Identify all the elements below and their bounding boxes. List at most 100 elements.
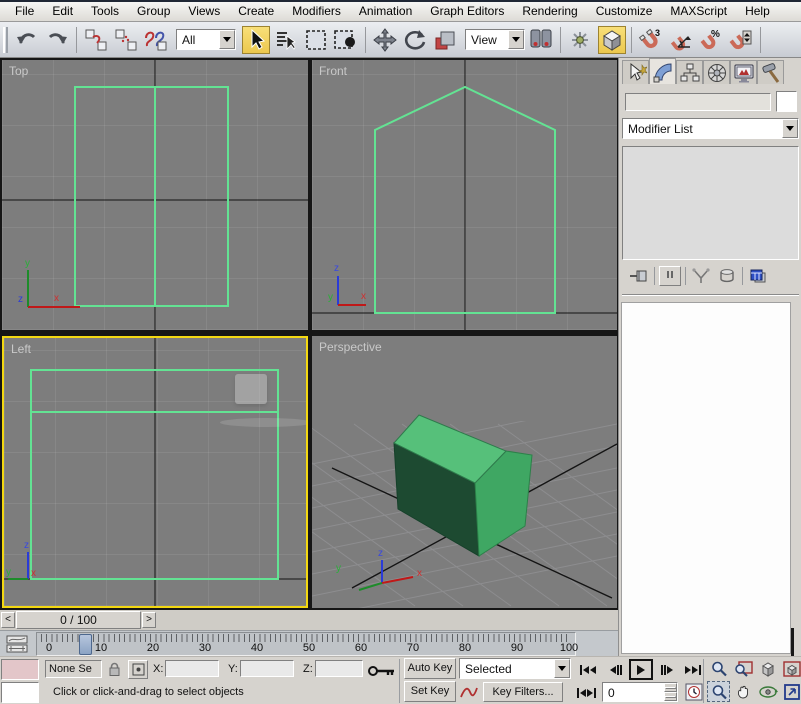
go-to-end-button[interactable] (681, 659, 705, 680)
tab-motion[interactable] (703, 60, 730, 84)
key-mode-toggle-button[interactable] (576, 682, 596, 703)
modifier-list-dropdown[interactable]: Modifier List (622, 118, 799, 139)
menu-item-modifiers[interactable]: Modifiers (283, 2, 350, 21)
selection-lock-toggle[interactable] (106, 661, 122, 678)
spinner-snap-button[interactable] (727, 26, 755, 54)
object-name-field[interactable] (625, 93, 771, 111)
menu-item-create[interactable]: Create (229, 2, 283, 21)
timeline-ruler[interactable]: 0 10 20 30 40 50 60 70 80 90 100 (36, 632, 578, 656)
open-mini-curve-editor-button[interactable] (3, 634, 31, 654)
menu-item-edit[interactable]: Edit (43, 2, 82, 21)
pan-button[interactable] (731, 681, 754, 702)
zoom-extents-all-button[interactable] (780, 658, 801, 679)
use-pivot-point-center-button[interactable] (527, 26, 555, 54)
redo-button[interactable] (43, 26, 71, 54)
selection-filter-drop-button[interactable] (219, 30, 235, 49)
current-frame-field[interactable]: 0 (602, 682, 678, 702)
toolbar-grip[interactable] (3, 26, 8, 53)
y-coord-field[interactable] (240, 660, 294, 677)
remove-modifier-button[interactable] (716, 266, 738, 286)
select-by-name-button[interactable] (272, 26, 300, 54)
panel-scrollbar-thumb[interactable] (791, 628, 794, 656)
selection-filter-dropdown[interactable]: All (176, 29, 236, 50)
show-end-result-button[interactable] (659, 266, 681, 286)
select-and-scale-button[interactable] (431, 26, 459, 54)
select-object-button[interactable] (242, 25, 270, 54)
auto-key-button[interactable]: Auto Key (404, 658, 456, 679)
pin-stack-button[interactable] (628, 266, 650, 286)
house-object[interactable] (393, 414, 533, 557)
maxscript-mini-listener-input[interactable] (1, 659, 39, 680)
zoom-button[interactable] (707, 658, 730, 679)
snap-3d-button[interactable]: 3 (637, 26, 665, 54)
viewport-front[interactable]: Front z y x (312, 60, 617, 330)
angle-snap-button[interactable] (667, 26, 695, 54)
unlink-selection-button[interactable] (112, 26, 140, 54)
time-slider-prev-button[interactable]: < (1, 612, 15, 628)
next-frame-button[interactable] (655, 659, 679, 680)
zoom-extents-button[interactable] (756, 658, 779, 679)
menu-item-views[interactable]: Views (179, 2, 229, 21)
set-keys-button[interactable] (366, 661, 398, 681)
menu-item-maxscript[interactable]: MAXScript (661, 2, 736, 21)
menu-item-tools[interactable]: Tools (82, 2, 128, 21)
percent-snap-button[interactable]: % (697, 26, 725, 54)
arc-rotate-button[interactable] (756, 681, 779, 702)
window-crossing-toggle-button[interactable] (332, 26, 360, 54)
key-mode-drop-button[interactable] (554, 659, 570, 678)
rectangular-selection-region-button[interactable] (302, 26, 330, 54)
tab-utilities[interactable] (757, 60, 784, 84)
go-to-start-button[interactable] (576, 659, 600, 680)
spinner-down-icon[interactable] (664, 692, 677, 701)
object-color-swatch[interactable] (776, 91, 797, 112)
viewport-perspective[interactable]: Perspective z x y (312, 336, 617, 608)
reference-coordinate-dropdown[interactable]: View (465, 29, 525, 50)
named-selection-sets-field[interactable]: None Se (45, 660, 102, 678)
region-zoom-button[interactable] (707, 681, 730, 702)
maxscript-mini-listener-output[interactable] (1, 682, 39, 703)
viewport-left-active[interactable]: Left z y x (2, 336, 308, 608)
select-and-link-button[interactable] (82, 26, 110, 54)
select-and-manipulate-button[interactable] (566, 26, 594, 54)
snaps-toggle-button[interactable] (598, 25, 626, 54)
key-mode-dropdown[interactable]: Selected (459, 658, 571, 679)
select-and-move-button[interactable] (371, 26, 399, 54)
viewport-perspective-label[interactable]: Perspective (319, 340, 382, 354)
play-animation-button[interactable] (629, 659, 653, 680)
tab-hierarchy[interactable] (676, 60, 703, 84)
current-frame-marker[interactable] (79, 634, 92, 655)
menu-item-customize[interactable]: Customize (587, 2, 662, 21)
x-coord-field[interactable] (165, 660, 219, 677)
viewport-top-label[interactable]: Top (9, 64, 28, 78)
z-coord-field[interactable] (315, 660, 363, 677)
time-slider-handle[interactable]: 0 / 100 (16, 611, 141, 629)
select-and-rotate-button[interactable] (401, 26, 429, 54)
previous-frame-button[interactable] (604, 659, 628, 680)
frame-spinner[interactable] (664, 683, 677, 701)
undo-button[interactable] (13, 26, 41, 54)
absolute-offset-mode-toggle[interactable] (128, 660, 148, 679)
key-filters-button[interactable]: Key Filters... (483, 682, 563, 702)
menu-item-animation[interactable]: Animation (350, 2, 421, 21)
time-configuration-button[interactable] (683, 682, 704, 702)
menu-item-rendering[interactable]: Rendering (513, 2, 586, 21)
menu-item-help[interactable]: Help (736, 2, 779, 21)
viewport-left-label[interactable]: Left (11, 342, 31, 356)
modifier-list-drop-button[interactable] (782, 119, 798, 138)
viewport-front-label[interactable]: Front (319, 64, 347, 78)
make-unique-button[interactable] (690, 266, 712, 286)
modifier-stack-list[interactable] (622, 146, 799, 260)
time-slider-next-button[interactable]: > (142, 612, 156, 628)
tab-display[interactable] (730, 60, 757, 84)
reference-coordinate-drop-button[interactable] (508, 30, 524, 49)
tab-modify[interactable] (649, 58, 676, 84)
default-in-out-tangents-button[interactable] (459, 682, 479, 702)
configure-modifier-sets-button[interactable] (747, 266, 769, 286)
min-max-toggle-button[interactable] (780, 681, 801, 702)
spinner-up-icon[interactable] (664, 683, 677, 692)
menu-item-file[interactable]: File (6, 2, 43, 21)
menu-item-graph-editors[interactable]: Graph Editors (421, 2, 513, 21)
menu-item-group[interactable]: Group (128, 2, 179, 21)
set-key-button[interactable]: Set Key (404, 681, 456, 702)
bind-to-space-warp-button[interactable] (142, 26, 170, 54)
